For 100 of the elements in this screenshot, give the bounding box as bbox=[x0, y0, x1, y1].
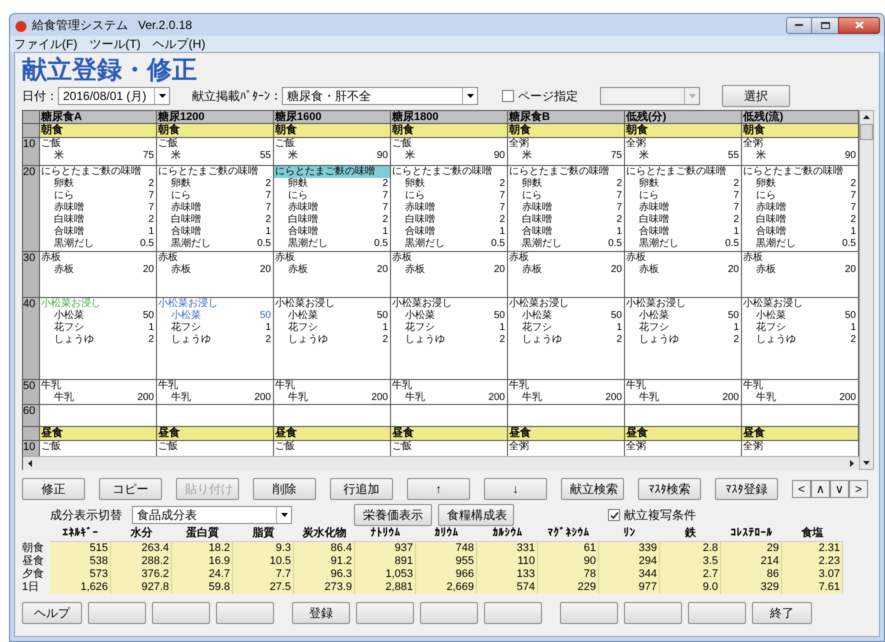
grid-cell[interactable]: 赤板 赤板 20 bbox=[391, 252, 508, 298]
scrollbar-thumb[interactable] bbox=[860, 124, 873, 140]
dish-name[interactable]: 小松菜お浸し bbox=[625, 298, 741, 310]
dish-name[interactable]: 赤板 bbox=[625, 252, 741, 264]
action-button[interactable]: 献立検索 bbox=[561, 478, 624, 500]
grid-cell[interactable]: 牛乳 牛乳 200 bbox=[625, 380, 742, 405]
grid-cell[interactable]: にらとたまご麩の味噌 卵麩 2 にら 7 赤味噌 7 白味噌 2 合味噌 1 黒潮だし 0.5 bbox=[625, 166, 742, 252]
nav-button[interactable]: ∧ bbox=[811, 480, 830, 498]
dish-name[interactable]: 牛乳 bbox=[742, 380, 858, 392]
dish-name[interactable]: ご飯 bbox=[275, 441, 295, 452]
dish-name[interactable]: にらとたまご麩の味噌 bbox=[508, 166, 624, 178]
pattern-dropdown[interactable]: 糖尿食・肝不全 bbox=[282, 87, 478, 105]
grid-cell[interactable]: にらとたまご麩の味噌 卵麩 2 にら 7 赤味噌 7 白味噌 2 合味噌 1 黒潮だし 0.5 bbox=[508, 166, 625, 252]
grid-cell[interactable] bbox=[274, 405, 391, 427]
dish-name[interactable]: 牛乳 bbox=[274, 380, 390, 392]
function-button[interactable] bbox=[88, 602, 146, 624]
function-button[interactable] bbox=[152, 602, 210, 624]
grid-cell[interactable]: 小松菜お浸し 小松菜 50 花フシ 1 しょうゆ 2 bbox=[508, 298, 625, 380]
function-button[interactable] bbox=[484, 602, 542, 624]
grid-cell[interactable]: 全粥 bbox=[508, 441, 625, 456]
dish-name[interactable]: 牛乳 bbox=[625, 380, 741, 392]
menu-item[interactable]: ツール(T) bbox=[89, 35, 141, 53]
grid-cell[interactable]: 全粥 米 55 bbox=[625, 138, 742, 166]
grid-cell[interactable] bbox=[391, 405, 508, 427]
dish-name[interactable]: 全粥 bbox=[742, 138, 858, 150]
dish-name[interactable]: 全粥 bbox=[509, 441, 529, 452]
food-composition-button[interactable]: 食糧構成表 bbox=[438, 504, 514, 526]
dish-name[interactable]: 赤板 bbox=[742, 252, 858, 264]
exit-button[interactable]: 終了 bbox=[752, 602, 812, 624]
dish-name[interactable]: 赤板 bbox=[40, 252, 156, 264]
checkbox[interactable] bbox=[502, 90, 514, 102]
grid-cell[interactable]: 赤板 赤板 20 bbox=[742, 252, 859, 298]
page-dropdown[interactable] bbox=[600, 87, 700, 105]
dish-name[interactable]: 小松菜お浸し bbox=[391, 298, 507, 310]
dish-name[interactable]: 全粥 bbox=[626, 441, 646, 452]
grid-cell[interactable]: ご飯 米 90 bbox=[274, 138, 391, 166]
grid-cell[interactable]: 全粥 bbox=[742, 441, 859, 456]
grid-cell[interactable]: ご飯 bbox=[391, 441, 508, 456]
grid-cell[interactable]: ご飯 bbox=[40, 441, 157, 456]
function-button[interactable] bbox=[688, 602, 746, 624]
nav-button[interactable]: ∨ bbox=[830, 480, 849, 498]
grid-cell[interactable]: ご飯 米 90 bbox=[391, 138, 508, 166]
grid-cell[interactable]: 赤板 赤板 20 bbox=[625, 252, 742, 298]
dish-name[interactable]: 小松菜お浸し bbox=[157, 298, 273, 310]
grid-cell[interactable] bbox=[157, 405, 274, 427]
function-button[interactable] bbox=[624, 602, 682, 624]
dish-name[interactable]: 牛乳 bbox=[40, 380, 156, 392]
dish-name[interactable]: 小松菜お浸し bbox=[508, 298, 624, 310]
minimize-icon[interactable] bbox=[786, 16, 812, 34]
grid-cell[interactable]: 牛乳 牛乳 200 bbox=[508, 380, 625, 405]
dish-name[interactable]: にらとたまご麩の味噌 bbox=[742, 166, 858, 178]
grid-cell[interactable]: 小松菜お浸し 小松菜 50 花フシ 1 しょうゆ 2 bbox=[40, 298, 157, 380]
dish-name[interactable]: 牛乳 bbox=[391, 380, 507, 392]
dish-name[interactable]: 全粥 bbox=[508, 138, 624, 150]
grid-cell[interactable]: 全粥 bbox=[625, 441, 742, 456]
grid-cell[interactable] bbox=[508, 405, 625, 427]
grid-cell[interactable]: 全粥 米 90 bbox=[742, 138, 859, 166]
grid-cell[interactable]: ご飯 bbox=[157, 441, 274, 456]
grid-cell[interactable]: 赤板 赤板 20 bbox=[157, 252, 274, 298]
grid-cell[interactable]: 小松菜お浸し 小松菜 50 花フシ 1 しょうゆ 2 bbox=[157, 298, 274, 380]
dish-name[interactable]: ご飯 bbox=[157, 138, 273, 150]
dish-name[interactable]: にらとたまご麩の味噌 bbox=[40, 166, 156, 178]
grid-cell[interactable]: にらとたまご麩の味噌 卵麩 2 にら 7 赤味噌 7 白味噌 2 合味噌 1 黒潮だし 0.5 bbox=[742, 166, 859, 252]
grid-cell[interactable]: 小松菜お浸し 小松菜 50 花フシ 1 しょうゆ 2 bbox=[274, 298, 391, 380]
action-button[interactable]: 行追加 bbox=[330, 478, 393, 500]
dish-name[interactable]: ご飯 bbox=[391, 138, 507, 150]
nutrition-display-button[interactable]: 栄養価表示 bbox=[354, 504, 432, 526]
grid-cell[interactable]: 小松菜お浸し 小松菜 50 花フシ 1 しょうゆ 2 bbox=[391, 298, 508, 380]
dish-name[interactable]: 全粥 bbox=[743, 441, 763, 452]
grid-cell[interactable] bbox=[625, 405, 742, 427]
dish-name[interactable]: にらとたまご麩の味噌 bbox=[391, 166, 507, 178]
action-button[interactable]: ﾏｽﾀ登録 bbox=[715, 478, 778, 500]
vertical-scrollbar[interactable] bbox=[859, 110, 874, 470]
date-dropdown[interactable]: 2016/08/01 (月) bbox=[58, 87, 170, 105]
close-icon[interactable] bbox=[838, 16, 880, 34]
nav-button[interactable]: > bbox=[849, 480, 868, 498]
dish-name[interactable]: 赤板 bbox=[391, 252, 507, 264]
nav-button[interactable]: < bbox=[792, 480, 811, 498]
grid-cell[interactable]: 牛乳 牛乳 200 bbox=[274, 380, 391, 405]
grid-cell[interactable]: 赤板 赤板 20 bbox=[40, 252, 157, 298]
grid-cell[interactable]: 赤板 赤板 20 bbox=[508, 252, 625, 298]
dish-name[interactable]: 小松菜お浸し bbox=[274, 298, 390, 310]
horizontal-scrollbar[interactable] bbox=[23, 456, 859, 470]
grid-cell[interactable]: にらとたまご麩の味噌 卵麩 2 にら 7 赤味噌 7 白味噌 2 合味噌 1 黒潮だし 0.5 bbox=[391, 166, 508, 252]
grid-cell[interactable]: 牛乳 牛乳 200 bbox=[40, 380, 157, 405]
grid-cell[interactable]: ご飯 米 55 bbox=[157, 138, 274, 166]
menu-item[interactable]: ファイル(F) bbox=[14, 35, 78, 53]
function-button[interactable] bbox=[560, 602, 618, 624]
dish-name[interactable]: 小松菜お浸し bbox=[742, 298, 858, 310]
action-button[interactable]: ↑ bbox=[407, 478, 470, 500]
action-button[interactable]: 修正 bbox=[22, 478, 85, 500]
action-button[interactable]: ﾏｽﾀ検索 bbox=[638, 478, 701, 500]
function-button[interactable] bbox=[216, 602, 274, 624]
dish-name[interactable]: ご飯 bbox=[40, 138, 156, 150]
grid-cell[interactable]: 牛乳 牛乳 200 bbox=[157, 380, 274, 405]
grid-cell[interactable] bbox=[40, 405, 157, 427]
grid-cell[interactable]: 牛乳 牛乳 200 bbox=[742, 380, 859, 405]
register-button[interactable]: 登録 bbox=[292, 602, 350, 624]
grid-cell[interactable]: ご飯 米 75 bbox=[40, 138, 157, 166]
dish-name[interactable]: 牛乳 bbox=[508, 380, 624, 392]
